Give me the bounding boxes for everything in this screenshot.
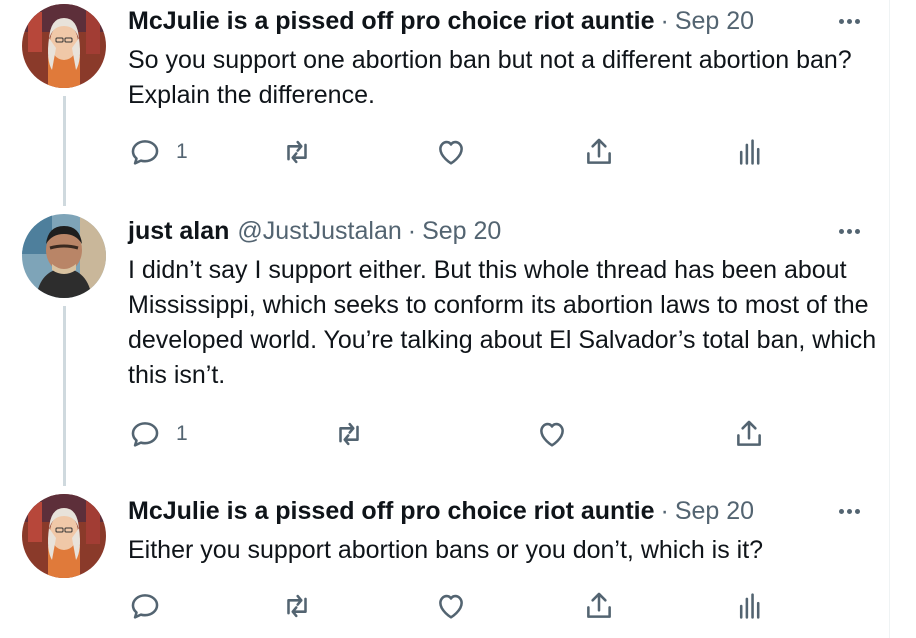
separator-dot: · xyxy=(660,496,669,525)
display-name[interactable]: just alan xyxy=(128,217,229,246)
share-button[interactable] xyxy=(582,132,616,172)
just-alan-avatar[interactable] xyxy=(22,214,106,298)
tweet[interactable]: just alan @JustJustalan · Sep 20 I didn’… xyxy=(0,200,890,480)
share-icon xyxy=(737,420,761,446)
tweet-actions: 1 xyxy=(128,414,888,454)
analytics-icon xyxy=(739,593,760,619)
mcjulie-avatar[interactable] xyxy=(22,4,106,88)
like-icon xyxy=(540,422,564,447)
tweet[interactable]: McJulie is a pissed off pro choice riot … xyxy=(0,480,890,638)
share-button[interactable] xyxy=(582,586,616,626)
tweet-text: Either you support abortion bans or you … xyxy=(128,536,764,564)
reply-button[interactable]: 1 xyxy=(128,132,188,172)
tweet[interactable]: McJulie is a pissed off pro choice riot … xyxy=(0,0,890,200)
reply-button[interactable] xyxy=(128,586,176,626)
reply-count: 1 xyxy=(176,422,188,445)
tweet-header: McJulie is a pissed off pro choice riot … xyxy=(128,494,890,528)
retweet-button[interactable] xyxy=(280,132,314,172)
more-options-icon[interactable] xyxy=(839,214,860,248)
retweet-icon xyxy=(287,594,307,618)
share-icon xyxy=(587,592,611,618)
retweet-button[interactable] xyxy=(332,414,366,454)
user-handle[interactable]: @JustJustalan xyxy=(237,217,401,246)
reply-icon xyxy=(131,140,159,165)
like-icon xyxy=(439,140,463,165)
analytics-button[interactable] xyxy=(732,586,766,626)
like-button[interactable] xyxy=(434,586,468,626)
analytics-icon xyxy=(739,139,760,165)
retweet-button[interactable] xyxy=(280,586,314,626)
retweet-icon xyxy=(339,422,359,446)
timestamp[interactable]: Sep 20 xyxy=(675,497,754,526)
tweet-text: I didn’t say I support either. But this … xyxy=(128,256,877,389)
share-button[interactable] xyxy=(732,414,766,454)
tweet-text: So you support one abortion ban but not … xyxy=(128,46,852,109)
reply-icon xyxy=(131,594,159,619)
tweet-actions xyxy=(128,586,888,626)
timestamp[interactable]: Sep 20 xyxy=(422,217,501,246)
reply-button[interactable]: 1 xyxy=(128,414,188,454)
tweet-header: just alan @JustJustalan · Sep 20 xyxy=(128,214,890,248)
separator-dot: · xyxy=(660,6,669,35)
more-options-icon[interactable] xyxy=(839,4,860,38)
like-icon xyxy=(439,594,463,619)
tweet-header: McJulie is a pissed off pro choice riot … xyxy=(128,4,890,38)
retweet-icon xyxy=(287,140,307,164)
display-name[interactable]: McJulie is a pissed off pro choice riot … xyxy=(128,7,655,36)
analytics-button[interactable] xyxy=(732,132,766,172)
tweet-actions: 1 xyxy=(128,132,888,172)
mcjulie-avatar[interactable] xyxy=(22,494,106,578)
separator-dot: · xyxy=(407,216,417,245)
more-options-icon[interactable] xyxy=(839,494,860,528)
display-name[interactable]: McJulie is a pissed off pro choice riot … xyxy=(128,497,655,526)
timestamp[interactable]: Sep 20 xyxy=(675,7,754,36)
reply-icon xyxy=(131,422,159,447)
reply-count: 1 xyxy=(176,140,188,163)
like-button[interactable] xyxy=(535,414,569,454)
share-icon xyxy=(587,138,611,164)
like-button[interactable] xyxy=(434,132,468,172)
